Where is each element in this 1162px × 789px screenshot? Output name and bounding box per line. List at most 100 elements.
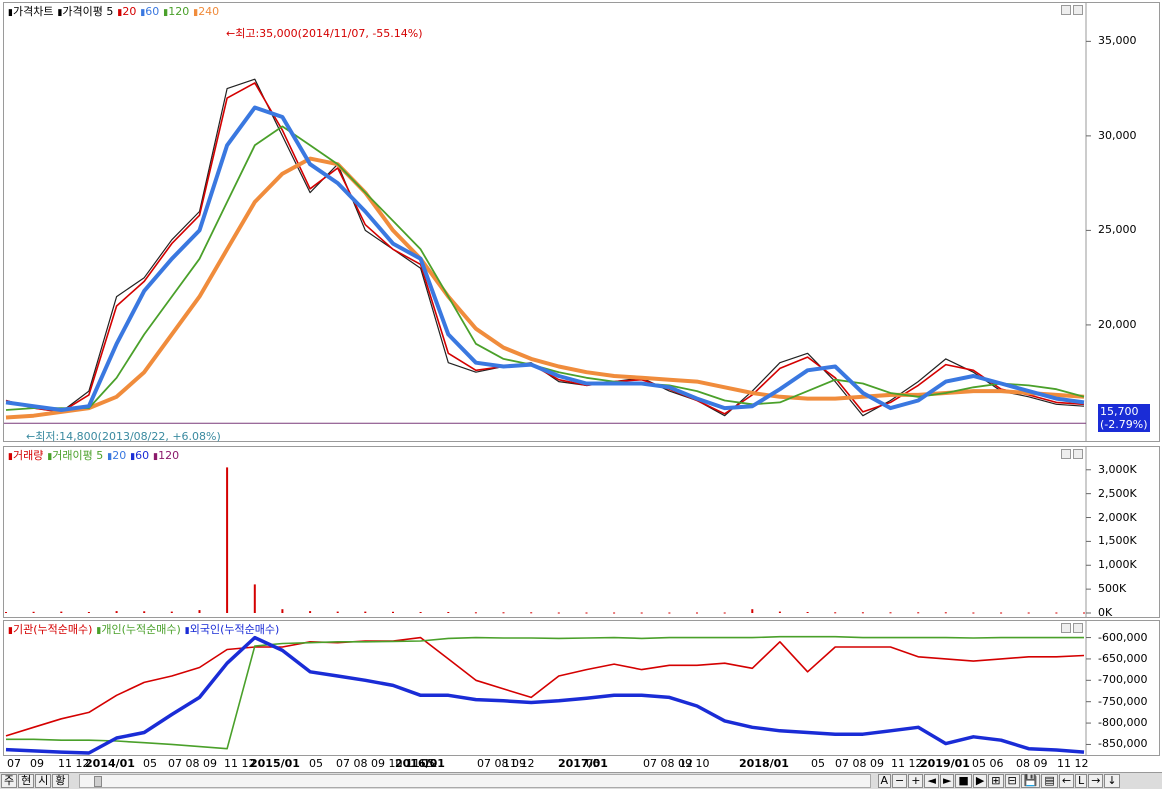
x-tick-label: 2016/01 bbox=[395, 757, 445, 770]
investor-chart bbox=[5, 621, 1091, 755]
volume-bar bbox=[696, 612, 698, 614]
maximize-icon[interactable] bbox=[1073, 5, 1083, 15]
volume-bar bbox=[834, 612, 837, 614]
volume-bar bbox=[530, 612, 533, 614]
price-legend-item: ▮가격이평 5 bbox=[57, 5, 113, 20]
y-tick-label: 20,000 bbox=[1098, 317, 1137, 331]
toolbar-button[interactable]: ◄ bbox=[924, 774, 939, 788]
toolbar-button[interactable]: 현 bbox=[18, 774, 35, 788]
x-tick-label: 05 bbox=[586, 757, 600, 770]
y-tick-label: 25,000 bbox=[1098, 223, 1137, 237]
horizontal-scrollbar[interactable] bbox=[78, 774, 871, 788]
y-tick-label: -850,000 bbox=[1098, 737, 1148, 751]
volume-bar bbox=[115, 611, 118, 613]
volume-panel-window-buttons[interactable] bbox=[1061, 449, 1083, 459]
volume-legend: ▮거래량 ▮거래이평 5 ▮20 ▮60 ▮120 bbox=[8, 449, 179, 464]
price-legend-item: ▮60 bbox=[140, 5, 159, 20]
scroll-thumb[interactable] bbox=[93, 776, 102, 787]
investor-legend-item: ▮기관(누적순매수) bbox=[8, 623, 92, 638]
volume-bar bbox=[60, 611, 63, 613]
toolbar-button[interactable]: ■ bbox=[955, 774, 972, 788]
y-tick-label: -650,000 bbox=[1098, 651, 1148, 665]
minimize-icon[interactable] bbox=[1061, 5, 1071, 15]
y-tick-label: 0K bbox=[1098, 606, 1113, 619]
volume-bar bbox=[778, 611, 781, 613]
toolbar-button[interactable]: ↓ bbox=[1104, 774, 1120, 788]
series-line-5 bbox=[5, 78, 1085, 417]
toolbar-button[interactable]: + bbox=[908, 774, 924, 788]
volume-bar bbox=[253, 584, 256, 613]
toolbar-button[interactable]: 주 bbox=[1, 774, 18, 788]
toolbar-button[interactable]: − bbox=[892, 774, 908, 788]
volume-panel[interactable]: ▮거래량 ▮거래이평 5 ▮20 ▮60 ▮120 3,000K 2,500K 2,000K… bbox=[3, 446, 1160, 619]
price-panel[interactable]: ▮가격차트 ▮가격이평 5 ▮20 ▮60 ▮120 ▮240 ←최고:35,000(20… bbox=[3, 2, 1160, 443]
maximize-icon[interactable] bbox=[1073, 449, 1083, 459]
x-tick-label: 05 06 bbox=[972, 757, 1004, 770]
x-tick-label: 05 bbox=[421, 757, 435, 770]
investor-legend: ▮기관(누적순매수) ▮개인(누적순매수) ▮외국인(누적순매수) bbox=[8, 623, 279, 638]
low-price-label: ←최저:14,800(2013/08/22, +6.08%) bbox=[26, 430, 221, 443]
toolbar-button[interactable]: 시 bbox=[35, 774, 52, 788]
x-tick-label: 2019/01 bbox=[920, 757, 970, 770]
price-legend-item: ▮20 bbox=[117, 5, 136, 20]
y-tick-label: -600,000 bbox=[1098, 630, 1148, 644]
toolbar-button[interactable]: ⊟ bbox=[1004, 774, 1020, 788]
volume-bar bbox=[281, 609, 284, 613]
x-tick-label: 2018/01 bbox=[739, 757, 789, 770]
x-axis: 07 09 11 12 2014/01 05 07 08 09 11 12 2015/01 05… bbox=[3, 757, 1089, 773]
x-tick-label: 07 08 09 bbox=[168, 757, 217, 770]
legend-label: 가격차트 bbox=[12, 5, 54, 18]
current-price: 15,700 bbox=[1100, 405, 1139, 418]
toolbar-button[interactable]: A bbox=[877, 774, 892, 788]
toolbar-button[interactable]: L bbox=[1075, 774, 1088, 788]
x-tick-label: 12 bbox=[679, 757, 693, 770]
toolbar-button[interactable]: ▤ bbox=[1041, 774, 1058, 788]
x-tick-label: 11 12 bbox=[503, 757, 535, 770]
legend-label: 20 bbox=[112, 449, 127, 462]
right-buttons: A − + ◄ ► ■ ▶ ⊞ ⊟ 💾 ▤ ← L → ↓ bbox=[877, 774, 1120, 788]
x-tick-label: 05 bbox=[309, 757, 323, 770]
maximize-icon[interactable] bbox=[1073, 623, 1083, 633]
minimize-icon[interactable] bbox=[1061, 449, 1071, 459]
volume-bar bbox=[806, 612, 809, 613]
minimize-icon[interactable] bbox=[1061, 623, 1071, 633]
volume-bar bbox=[336, 611, 339, 613]
y-tick-label: 1,000K bbox=[1098, 558, 1137, 572]
x-tick-label: 2014/01 bbox=[85, 757, 135, 770]
x-tick-label: 07 08 09 bbox=[835, 757, 884, 770]
toolbar-button[interactable]: ▶ bbox=[972, 774, 988, 788]
y-tick-label: 30,000 bbox=[1098, 128, 1137, 142]
investor-legend-item: ▮개인(누적순매수) bbox=[96, 623, 180, 638]
series-line-120 bbox=[5, 125, 1085, 411]
toolbar-button[interactable]: ► bbox=[939, 774, 955, 788]
volume-legend-item: ▮20 bbox=[107, 449, 126, 464]
price-legend-item: ▮120 bbox=[163, 5, 189, 20]
investor-panel-window-buttons[interactable] bbox=[1061, 623, 1083, 633]
volume-bar bbox=[889, 612, 892, 614]
price-panel-window-buttons[interactable] bbox=[1061, 5, 1083, 15]
legend-label: 120 bbox=[168, 5, 190, 18]
legend-label: 60 bbox=[135, 449, 150, 462]
volume-bar bbox=[861, 612, 864, 614]
volume-bar bbox=[474, 612, 477, 614]
y-tick-label: -700,000 bbox=[1098, 673, 1148, 687]
toolbar-button[interactable]: ← bbox=[1058, 774, 1075, 788]
x-tick-label: 2017/01 bbox=[558, 757, 608, 770]
volume-bar bbox=[364, 611, 367, 613]
toolbar-button[interactable]: 💾 bbox=[1020, 774, 1041, 788]
y-tick-label: 1,500K bbox=[1098, 534, 1137, 548]
high-price-label: ←최고:35,000(2014/11/07, -55.14%) bbox=[226, 27, 423, 40]
volume-bar bbox=[640, 612, 643, 614]
volume-bar bbox=[723, 612, 726, 614]
volume-bar bbox=[1055, 612, 1058, 614]
volume-bar bbox=[1000, 612, 1003, 614]
volume-bar bbox=[392, 611, 394, 613]
toolbar-button[interactable]: → bbox=[1088, 774, 1104, 788]
legend-label: 기관(누적순매수) bbox=[12, 623, 93, 636]
x-tick-label: 2015/01 bbox=[250, 757, 300, 770]
volume-bar bbox=[751, 609, 754, 613]
toolbar-button[interactable]: ⊞ bbox=[988, 774, 1004, 788]
toolbar-button[interactable]: 황 bbox=[52, 774, 69, 788]
investor-panel[interactable]: ▮기관(누적순매수) ▮개인(누적순매수) ▮외국인(누적순매수) -600,000… bbox=[3, 620, 1160, 756]
volume-bar bbox=[1027, 612, 1030, 614]
